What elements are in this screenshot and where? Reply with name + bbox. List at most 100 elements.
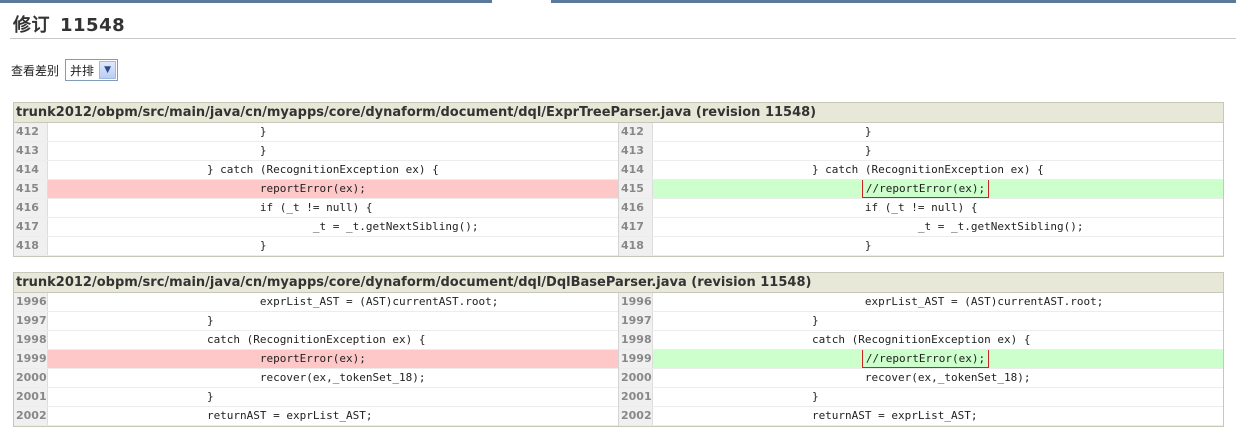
diff-line-ctx: 2002 returnAST = exprList_AST; (14, 407, 618, 426)
diff-line-ctx: 1996 exprList_AST = (AST)currentAST.root… (14, 293, 618, 312)
line-number: 1996 (619, 293, 653, 311)
line-number: 414 (619, 161, 653, 179)
diff-line-ctx: 417 _t = _t.getNextSibling(); (14, 218, 618, 237)
diff-right-pane: 412 } 413 } 414 } catch (RecognitionExcept… (618, 123, 1223, 256)
code-line: } (48, 125, 267, 138)
code-line: //reportError(ex); (653, 350, 1223, 368)
top-bar-segment-left (0, 0, 492, 3)
code-line: exprList_AST = (AST)currentAST.root; (653, 295, 1104, 308)
diff-left-pane: 1996 exprList_AST = (AST)currentAST.root… (14, 293, 618, 426)
code-line: reportError(ex); (48, 180, 618, 198)
diff-line-ctx: 418 } (619, 237, 1223, 256)
chevron-down-icon[interactable]: ▼ (99, 61, 117, 79)
line-number: 415 (619, 180, 653, 198)
view-mode-value: 并排 (70, 63, 95, 78)
title-divider (10, 38, 1236, 39)
line-number: 413 (619, 142, 653, 160)
diff-line-ctx: 412 } (14, 123, 618, 142)
line-number: 1996 (14, 293, 48, 311)
line-number: 412 (619, 123, 653, 141)
line-number: 415 (14, 180, 48, 198)
page-title-prefix: 修订 (13, 15, 50, 36)
line-number: 417 (619, 218, 653, 236)
diff-line-ctx: 412 } (619, 123, 1223, 142)
diff-line-ctx: 2000 recover(ex,_tokenSet_18); (14, 369, 618, 388)
view-mode-row: 查看差别 并排 ▼ (11, 58, 119, 82)
code-line: } (48, 390, 214, 403)
code-line: //reportError(ex); (653, 180, 1223, 198)
line-number: 416 (619, 199, 653, 217)
diff-line-ctx: 1997 } (14, 312, 618, 331)
code-line: catch (RecognitionException ex) { (653, 333, 1031, 346)
changed-code-highlight: //reportError(ex); (861, 180, 990, 198)
diff-line-ctx: 1997 } (619, 312, 1223, 331)
diff-file-header: trunk2012/obpm/src/main/java/cn/myapps/c… (14, 103, 1223, 123)
line-number: 1997 (14, 312, 48, 330)
diff-line-add: 1999 //reportError(ex); (619, 350, 1223, 369)
view-mode-label: 查看差别 (11, 63, 60, 78)
code-line: reportError(ex); (48, 350, 618, 368)
line-number: 413 (14, 142, 48, 160)
diff-line-ctx: 418 } (14, 237, 618, 256)
code-line: returnAST = exprList_AST; (48, 409, 373, 422)
diff-line-del: 415 reportError(ex); (14, 180, 618, 199)
diff-line-ctx: 414 } catch (RecognitionException ex) { (14, 161, 618, 180)
diff-line-del: 1999 reportError(ex); (14, 350, 618, 369)
code-line: } catch (RecognitionException ex) { (653, 163, 1044, 176)
line-number: 1998 (14, 331, 48, 349)
code-line: } (653, 144, 872, 157)
line-number: 2002 (619, 407, 653, 425)
code-line: } (653, 239, 872, 252)
code-line: _t = _t.getNextSibling(); (48, 220, 479, 233)
view-mode-select[interactable]: 并排 ▼ (65, 59, 119, 81)
code-line: } (48, 314, 214, 327)
diff-line-ctx: 416 if (_t != null) { (619, 199, 1223, 218)
line-number: 1999 (14, 350, 48, 368)
line-number: 2002 (14, 407, 48, 425)
top-bar-segment-right (551, 0, 1236, 3)
diff-file-header: trunk2012/obpm/src/main/java/cn/myapps/c… (14, 273, 1223, 293)
code-line: } (653, 390, 819, 403)
line-number: 2000 (14, 369, 48, 387)
line-number: 417 (14, 218, 48, 236)
line-number: 412 (14, 123, 48, 141)
changed-code-highlight: //reportError(ex); (861, 350, 990, 368)
code-line: if (_t != null) { (653, 201, 978, 214)
code-line: exprList_AST = (AST)currentAST.root; (48, 295, 499, 308)
top-nav-bar (0, 0, 1236, 3)
diff-block-expr-tree-parser: trunk2012/obpm/src/main/java/cn/myapps/c… (13, 102, 1224, 257)
diff-line-ctx: 2001 } (14, 388, 618, 407)
diff-line-ctx: 1998 catch (RecognitionException ex) { (14, 331, 618, 350)
diff-line-add: 415 //reportError(ex); (619, 180, 1223, 199)
code-line: } (48, 144, 267, 157)
code-line: catch (RecognitionException ex) { (48, 333, 426, 346)
code-line: } catch (RecognitionException ex) { (48, 163, 439, 176)
line-number: 414 (14, 161, 48, 179)
code-line: } (653, 314, 819, 327)
code-line: } (653, 125, 872, 138)
line-number: 1998 (619, 331, 653, 349)
line-number: 2000 (619, 369, 653, 387)
diff-line-ctx: 2000 recover(ex,_tokenSet_18); (619, 369, 1223, 388)
diff-right-pane: 1996 exprList_AST = (AST)currentAST.root… (618, 293, 1223, 426)
code-line: } (48, 239, 267, 252)
code-line: recover(ex,_tokenSet_18); (653, 371, 1031, 384)
page-title-revision: 11548 (60, 15, 126, 36)
line-number: 418 (619, 237, 653, 255)
page-title: 修订 11548 (13, 11, 125, 37)
code-line: _t = _t.getNextSibling(); (653, 220, 1084, 233)
code-line: if (_t != null) { (48, 201, 373, 214)
diff-line-ctx: 1998 catch (RecognitionException ex) { (619, 331, 1223, 350)
line-number: 416 (14, 199, 48, 217)
line-number: 2001 (14, 388, 48, 406)
diff-line-ctx: 2002 returnAST = exprList_AST; (619, 407, 1223, 426)
diff-left-pane: 412 } 413 } 414 } catch (RecognitionExcept… (14, 123, 618, 256)
diff-line-ctx: 413 } (14, 142, 618, 161)
diff-line-ctx: 2001 } (619, 388, 1223, 407)
diff-line-ctx: 417 _t = _t.getNextSibling(); (619, 218, 1223, 237)
line-number: 1997 (619, 312, 653, 330)
line-number: 2001 (619, 388, 653, 406)
diff-line-ctx: 1996 exprList_AST = (AST)currentAST.root… (619, 293, 1223, 312)
